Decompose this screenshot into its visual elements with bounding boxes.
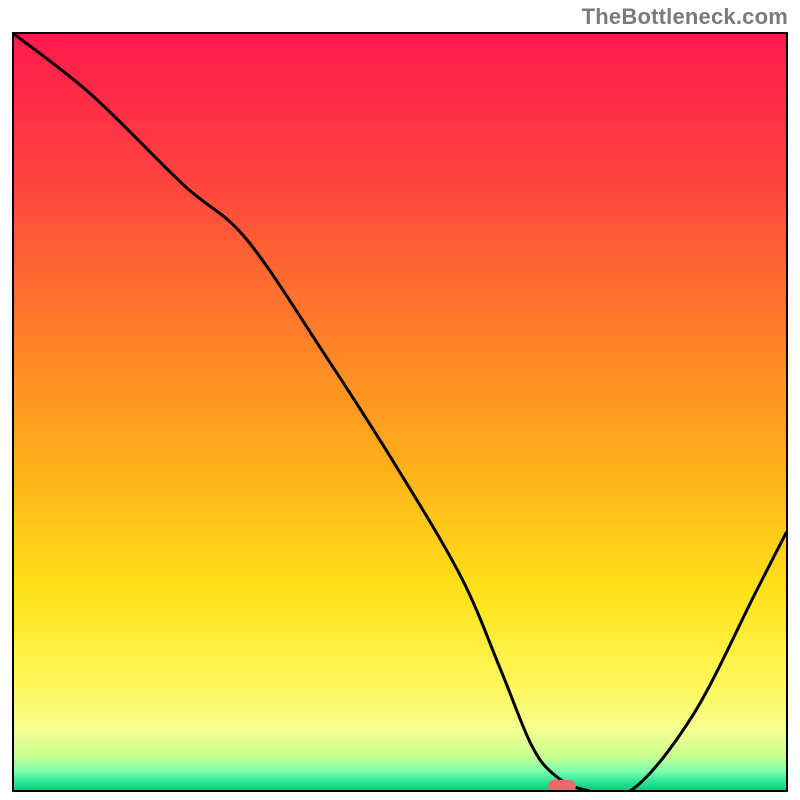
curve-layer [14, 34, 786, 790]
watermark-text: TheBottleneck.com [582, 4, 788, 30]
chart-container: TheBottleneck.com [0, 0, 800, 800]
bottleneck-curve [14, 34, 786, 790]
optimum-marker [548, 780, 576, 792]
plot-area [12, 32, 788, 792]
